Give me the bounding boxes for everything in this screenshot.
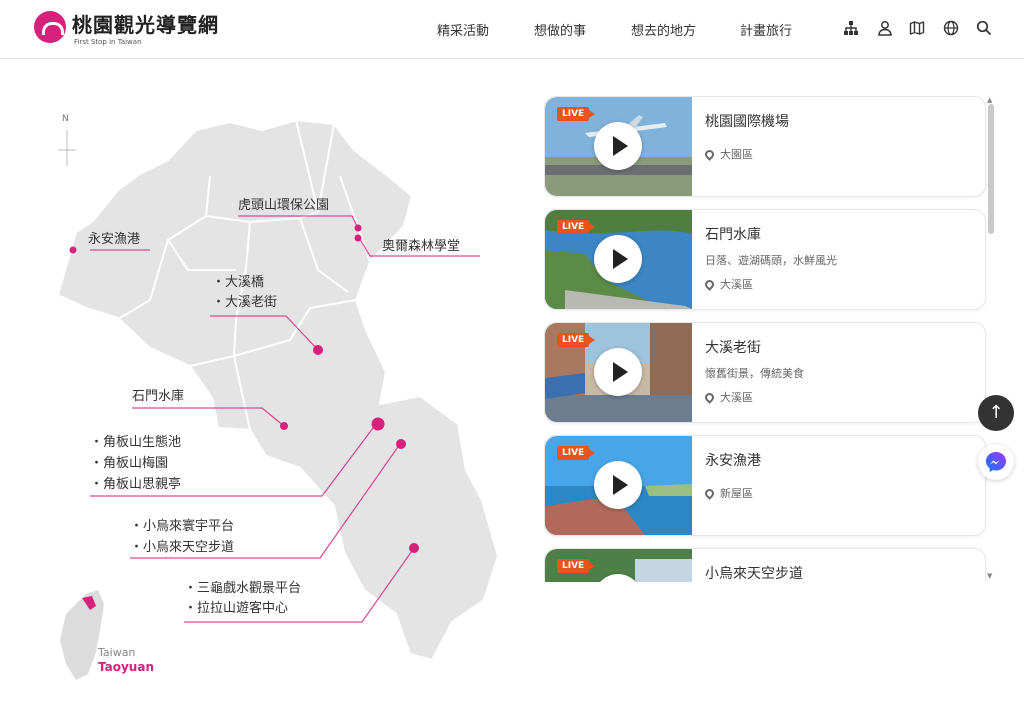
live-thumbnail[interactable]: LIVE xyxy=(545,97,692,196)
live-badge: LIVE xyxy=(557,559,596,573)
live-card-title[interactable]: 桃園國際機場 xyxy=(705,111,789,131)
live-card[interactable]: LIVE 永安漁港 新屋區 xyxy=(544,435,986,536)
location-pin-icon xyxy=(703,487,716,500)
spot-label-yongan[interactable]: 永安漁港 xyxy=(88,229,140,250)
live-card-title[interactable]: 永安漁港 xyxy=(705,450,761,470)
live-card-location: 大溪區 xyxy=(703,389,753,405)
live-thumbnail[interactable]: LIVE xyxy=(545,323,692,422)
live-card[interactable]: LIVE 小烏來天空步道 xyxy=(544,548,986,582)
live-card-title[interactable]: 小烏來天空步道 xyxy=(705,563,803,582)
spot-label-daxi-oldstreet[interactable]: ・大溪老街 xyxy=(212,292,277,313)
live-card-title[interactable]: 大溪老街 xyxy=(705,337,761,357)
live-badge: LIVE xyxy=(557,333,596,347)
nav-plan-trip[interactable]: 計畫旅行 xyxy=(740,20,792,39)
taiwan-label: Taiwan xyxy=(98,646,136,659)
spot-label-hutoushan[interactable]: 虎頭山環保公園 xyxy=(238,195,329,216)
live-badge: LIVE xyxy=(557,446,596,460)
spot-label-daxi-bridge[interactable]: ・大溪橋 xyxy=(212,272,264,293)
scroll-down-arrow-icon[interactable]: ▼ xyxy=(987,572,992,580)
spot-label-jiaobanshan-pond[interactable]: ・角板山生態池 xyxy=(90,432,181,453)
live-badge: LIVE xyxy=(557,220,596,234)
live-card-location: 新屋區 xyxy=(703,485,753,501)
location-pin-icon xyxy=(703,391,716,404)
taoyuan-label: Taoyuan xyxy=(98,660,154,674)
spot-label-lalashan[interactable]: ・拉拉山遊客中心 xyxy=(184,598,288,619)
search-icon[interactable] xyxy=(976,20,992,36)
play-icon[interactable] xyxy=(594,235,642,283)
live-thumbnail[interactable]: LIVE xyxy=(545,436,692,535)
live-thumbnail[interactable]: LIVE xyxy=(545,549,692,582)
user-icon[interactable] xyxy=(877,20,893,36)
messenger-icon xyxy=(986,452,1006,472)
spot-label-shimen[interactable]: 石門水庫 xyxy=(132,386,184,407)
spot-label-xiaowulai-platform[interactable]: ・小烏來寰宇平台 xyxy=(130,516,234,537)
live-card[interactable]: LIVE 大溪老街 懷舊街景，傳統美食 大溪區 xyxy=(544,322,986,423)
nav-places[interactable]: 想去的地方 xyxy=(631,20,696,39)
location-pin-icon xyxy=(703,148,716,161)
location-pin-icon xyxy=(703,278,716,291)
play-icon[interactable] xyxy=(594,348,642,396)
live-card-description: 日落、遊湖碼頭，水鮮風光 xyxy=(705,254,837,267)
nav-things-to-do[interactable]: 想做的事 xyxy=(534,20,586,39)
play-icon[interactable] xyxy=(594,122,642,170)
messenger-button[interactable] xyxy=(978,444,1014,480)
back-to-top-button[interactable]: ↑ xyxy=(978,395,1014,431)
live-card-description: 懷舊街景，傳統美食 xyxy=(705,367,804,380)
map-icon[interactable] xyxy=(909,20,925,36)
live-card[interactable]: LIVE 石門水庫 日落、遊湖碼頭，水鮮風光 大溪區 xyxy=(544,209,986,310)
play-icon[interactable] xyxy=(594,461,642,509)
scrollbar-thumb[interactable] xyxy=(988,104,994,234)
live-card-location: 大溪區 xyxy=(703,276,753,292)
live-card[interactable]: LIVE 桃園國際機場 大園區 xyxy=(544,96,986,197)
spot-label-jiaobanshan-pavilion[interactable]: ・角板山思親亭 xyxy=(90,474,181,495)
spot-label-jiaobanshan-plum[interactable]: ・角板山梅園 xyxy=(90,453,168,474)
live-card-location: 大園區 xyxy=(703,146,753,162)
live-thumbnail[interactable]: LIVE xyxy=(545,210,692,309)
spot-label-sanguixi[interactable]: ・三龜戲水觀景平台 xyxy=(184,578,301,599)
globe-icon[interactable] xyxy=(943,20,959,36)
live-card-title[interactable]: 石門水庫 xyxy=(705,224,761,244)
list-scrollbar[interactable] xyxy=(988,96,994,582)
live-camera-list[interactable]: LIVE 桃園國際機場 大園區 LIVE 石門水庫 日落、遊湖碼頭，水鮮風光 大… xyxy=(544,96,988,582)
spot-label-xiaowulai-skywalk[interactable]: ・小烏來天空步道 xyxy=(130,537,234,558)
live-badge: LIVE xyxy=(557,107,596,121)
spot-label-aoer[interactable]: 奧爾森林學堂 xyxy=(382,236,460,257)
sitemap-icon[interactable] xyxy=(843,20,859,36)
